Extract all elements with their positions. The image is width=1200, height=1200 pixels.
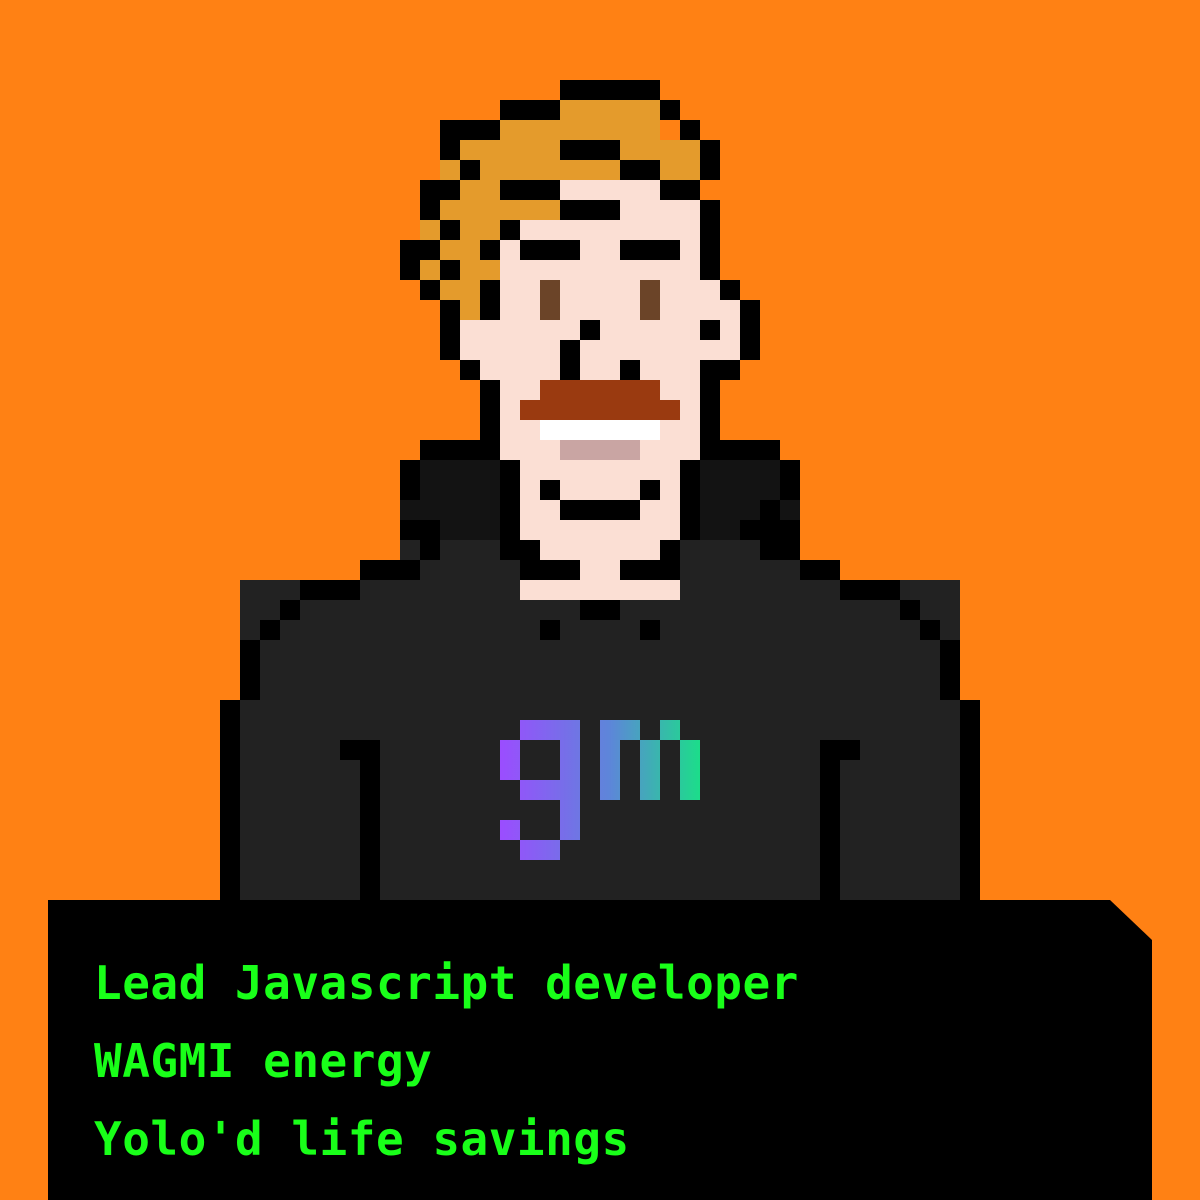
trait-line: Yolo'd life savings [94, 1112, 630, 1166]
eye-left [540, 280, 560, 320]
brow-right [620, 240, 680, 260]
drawstring-left [540, 620, 560, 640]
sleeve-seam-left [360, 740, 380, 900]
traits-panel: Lead Javascript developer WAGMI energy Y… [48, 900, 1152, 1200]
gm-letter-g [520, 720, 560, 740]
teeth [540, 420, 660, 440]
hair-strand [560, 140, 620, 160]
trait-line: WAGMI energy [94, 1034, 433, 1088]
eye-right [640, 280, 660, 320]
trait-line: Lead Javascript developer [94, 956, 799, 1010]
gm-letter-m [600, 720, 620, 800]
lower-lip [560, 440, 640, 460]
mustache [540, 380, 660, 400]
nose [580, 320, 600, 340]
drawstring-right [640, 620, 660, 640]
chin-line [560, 500, 640, 520]
brow-left [520, 240, 580, 260]
nft-card: Lead Javascript developer WAGMI energy Y… [0, 0, 1200, 1200]
sleeve-seam-right [820, 740, 840, 900]
ear [720, 300, 740, 360]
